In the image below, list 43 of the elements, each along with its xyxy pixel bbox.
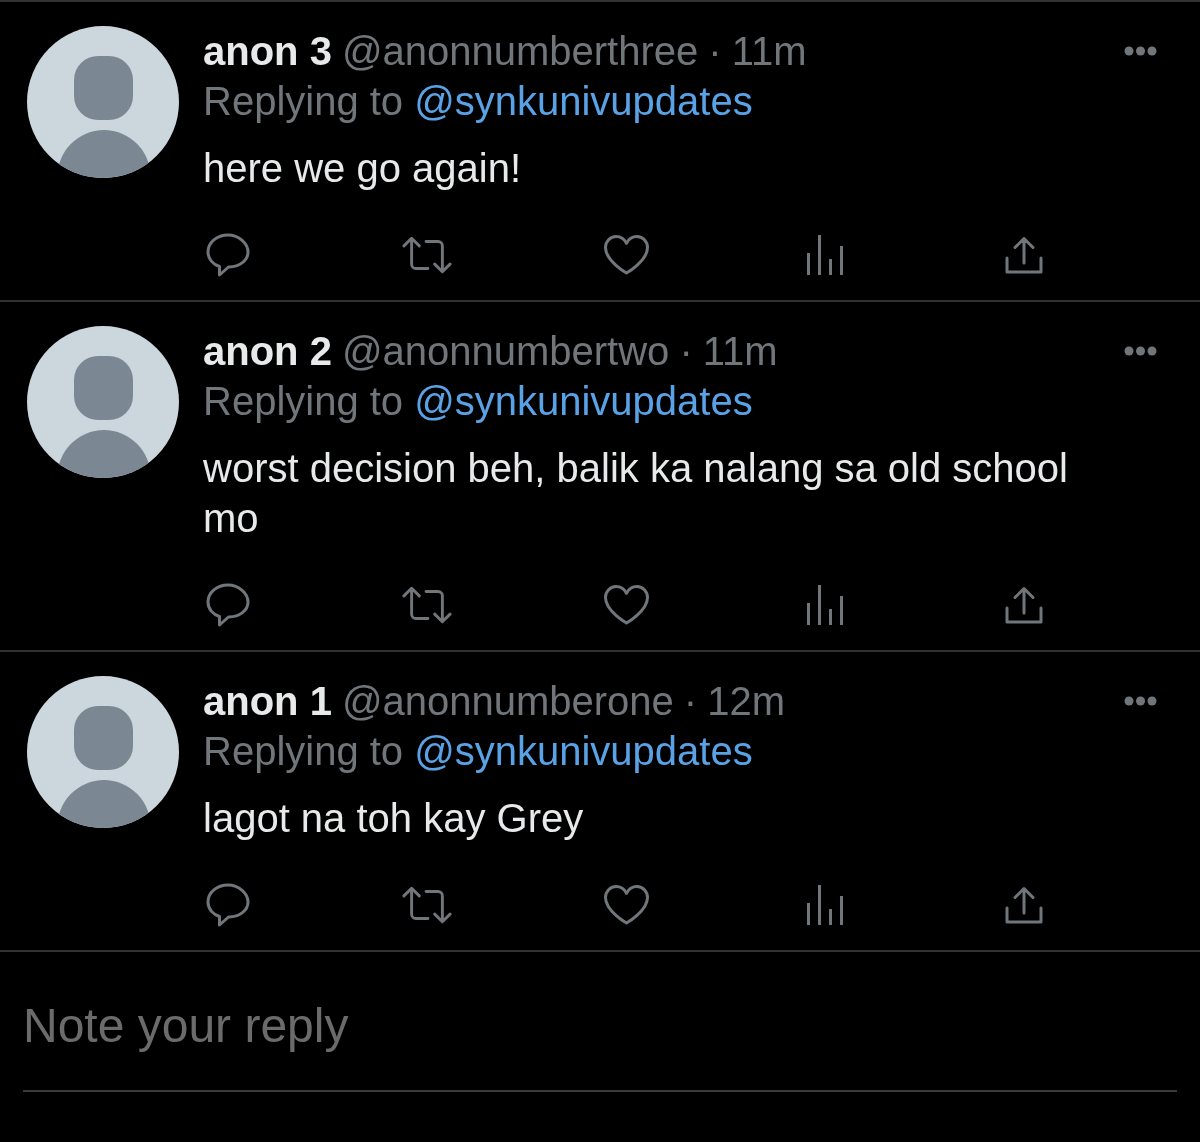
avatar-silhouette-icon — [27, 26, 179, 178]
timestamp[interactable]: 11m — [731, 26, 807, 76]
reply-input-field[interactable]: Note your reply — [23, 995, 1177, 1092]
avatar-silhouette-icon — [27, 676, 179, 828]
speech-bubble-icon[interactable] — [206, 583, 250, 627]
more-options-icon[interactable] — [1124, 46, 1157, 56]
mention-link[interactable]: @synkunivupdates — [414, 376, 753, 426]
heart-icon[interactable] — [603, 235, 649, 275]
replying-to-label: Replying to — [203, 378, 404, 425]
heart-icon[interactable] — [603, 885, 649, 925]
repost-arrows-icon[interactable] — [402, 585, 452, 625]
separator-dot: · — [708, 28, 722, 75]
author-handle[interactable]: @anonnumbertwo — [341, 326, 670, 376]
replying-to-label: Replying to — [203, 728, 404, 775]
author-name[interactable]: anon 3 — [203, 26, 332, 76]
bar-chart-icon[interactable] — [807, 885, 843, 925]
author-handle[interactable]: @anonnumberone — [341, 676, 674, 726]
repost-arrows-icon[interactable] — [402, 885, 452, 925]
bar-chart-icon[interactable] — [807, 235, 843, 275]
separator-dot: · — [683, 678, 698, 725]
more-options-icon[interactable] — [1124, 346, 1157, 356]
heart-icon[interactable] — [603, 585, 649, 625]
author-handle[interactable]: @anonnumberthree — [341, 26, 699, 76]
share-icon[interactable] — [1005, 586, 1043, 624]
reply-text: here we go again! — [203, 145, 522, 192]
more-options-icon[interactable] — [1124, 696, 1157, 706]
share-icon[interactable] — [1005, 886, 1043, 924]
mention-link[interactable]: @synkunivupdates — [414, 76, 753, 126]
reply-text: worst decision beh, balik ka nalang sa old school mo — [203, 445, 1069, 542]
speech-bubble-icon[interactable] — [206, 883, 250, 927]
timestamp[interactable]: 12m — [707, 676, 785, 726]
avatar-silhouette-icon — [27, 326, 179, 478]
bar-chart-icon[interactable] — [807, 585, 843, 625]
speech-bubble-icon[interactable] — [206, 233, 250, 277]
author-name[interactable]: anon 1 — [203, 676, 332, 726]
share-icon[interactable] — [1005, 236, 1043, 274]
reply-text: lagot na toh kay Grey — [203, 795, 585, 842]
separator-dot: · — [679, 328, 693, 375]
mention-link[interactable]: @synkunivupdates — [414, 726, 753, 776]
author-name[interactable]: anon 2 — [203, 326, 332, 376]
repost-arrows-icon[interactable] — [402, 235, 452, 275]
replying-to-label: Replying to — [203, 78, 404, 125]
timestamp[interactable]: 11m — [702, 326, 778, 376]
